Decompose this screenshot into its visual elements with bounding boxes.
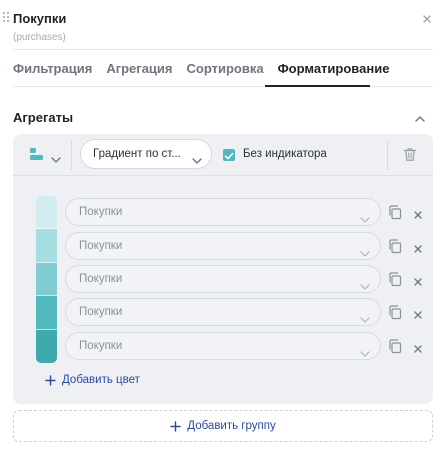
header-divider xyxy=(13,49,433,50)
panel-title: Покупки xyxy=(13,11,67,26)
header-separator xyxy=(387,140,388,170)
panel-subtitle: (purchases) xyxy=(13,32,66,43)
field-select-value: Покупки xyxy=(79,206,123,218)
field-select[interactable]: Покупки xyxy=(65,232,381,260)
close-icon[interactable] xyxy=(413,274,423,286)
copy-icon[interactable] xyxy=(387,204,403,220)
field-select[interactable]: Покупки xyxy=(65,298,381,326)
chevron-down-icon xyxy=(359,275,371,290)
gradient-select-value: Градиент по ст... xyxy=(93,148,181,160)
color-swatch[interactable] xyxy=(36,262,57,297)
close-icon[interactable] xyxy=(413,341,423,353)
chevron-down-icon xyxy=(359,208,371,223)
copy-icon[interactable] xyxy=(387,271,403,287)
section-title: Агрегаты xyxy=(13,110,74,125)
drag-handle-icon[interactable] xyxy=(3,12,9,24)
chevron-down-icon xyxy=(359,342,371,357)
chevron-up-icon[interactable] xyxy=(414,111,426,122)
close-icon[interactable] xyxy=(413,207,423,219)
header-separator xyxy=(71,140,72,170)
tab-sorting[interactable]: Сортировка xyxy=(187,61,264,77)
color-swatch[interactable] xyxy=(36,329,57,363)
add-group-button[interactable]: Добавить группу xyxy=(13,410,433,442)
type-picker[interactable] xyxy=(29,146,77,166)
close-icon[interactable] xyxy=(421,12,433,24)
tab-aggregation[interactable]: Агрегация xyxy=(106,61,172,77)
group-header: Градиент по ст... Без индикатора xyxy=(13,134,433,176)
color-swatch[interactable] xyxy=(36,229,57,263)
copy-icon[interactable] xyxy=(387,238,403,254)
field-select-value: Покупки xyxy=(79,273,123,285)
tabs-divider xyxy=(13,86,433,87)
trash-icon[interactable] xyxy=(403,147,417,162)
copy-icon[interactable] xyxy=(387,338,403,354)
field-select-value: Покупки xyxy=(79,240,123,252)
chevron-down-icon xyxy=(359,308,371,323)
copy-icon[interactable] xyxy=(387,304,403,320)
field-select[interactable]: Покупки xyxy=(65,198,381,226)
plus-icon xyxy=(170,420,181,432)
color-swatch[interactable] xyxy=(36,296,57,330)
tab-bar: Фильтрация Агрегация Сортировка Форматир… xyxy=(13,61,403,77)
color-list: Покупки Покупки Покупки Покупки Покупки xyxy=(21,184,425,396)
add-group-label: Добавить группу xyxy=(187,420,276,432)
chevron-down-icon xyxy=(191,149,203,164)
color-swatch[interactable] xyxy=(36,196,57,230)
gradient-select[interactable]: Градиент по ст... xyxy=(80,139,212,169)
bars-icon xyxy=(29,148,45,167)
color-swatches xyxy=(36,196,57,363)
plus-icon xyxy=(45,374,56,386)
field-select[interactable]: Покупки xyxy=(65,265,381,293)
no-indicator-label: Без индикатора xyxy=(243,148,327,160)
close-icon[interactable] xyxy=(413,241,423,253)
field-select[interactable]: Покупки xyxy=(65,332,381,360)
no-indicator-checkbox[interactable] xyxy=(223,149,235,161)
tab-formatting[interactable]: Форматирование xyxy=(278,61,390,77)
add-color-button[interactable]: Добавить цвет xyxy=(45,374,140,386)
field-select-value: Покупки xyxy=(79,340,123,352)
chevron-down-icon xyxy=(359,242,371,257)
field-select-value: Покупки xyxy=(79,306,123,318)
chevron-down-icon xyxy=(51,151,61,169)
close-icon[interactable] xyxy=(413,307,423,319)
aggregate-group: Градиент по ст... Без индикатора Покупки… xyxy=(13,134,433,404)
add-color-label: Добавить цвет xyxy=(62,374,140,386)
active-tab-indicator xyxy=(265,85,370,87)
tab-filter[interactable]: Фильтрация xyxy=(13,61,92,77)
